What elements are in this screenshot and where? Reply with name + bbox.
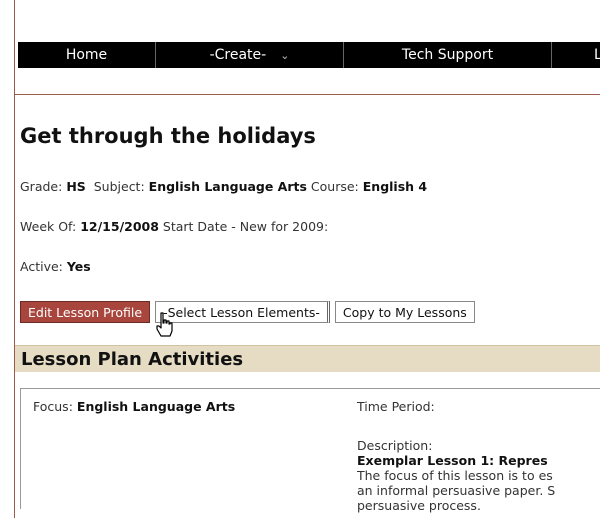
chevron-down-icon: ⌄: [280, 48, 290, 62]
tab-copy-to-my-lessons[interactable]: Copy to My Lessons: [334, 301, 475, 323]
lesson-tabs: Edit Lesson Profile -Select Lesson Eleme…: [20, 301, 480, 323]
lesson-meta-row-1: Grade: HS Subject: English Language Arts…: [20, 179, 427, 194]
tab-edit-lesson-profile[interactable]: Edit Lesson Profile: [20, 301, 151, 323]
focus-value: English Language Arts: [76, 399, 236, 414]
lesson-title: Get through the holidays: [20, 124, 316, 148]
tab-select-lesson-elements[interactable]: -Select Lesson Elements-: [155, 301, 330, 323]
course-label: Course:: [310, 179, 359, 194]
description-line-3: persuasive process.: [357, 498, 481, 513]
section-title: Lesson Plan Activities: [21, 348, 244, 370]
description-lead: Exemplar Lesson 1: Repres: [357, 453, 548, 468]
description-line-2: an informal persuasive paper. S: [357, 483, 556, 498]
nav-home[interactable]: Home: [18, 42, 156, 68]
nav-item-partial[interactable]: L: [552, 42, 600, 68]
focus-field: Focus: English Language Arts: [33, 399, 235, 414]
active-label: Active:: [20, 259, 63, 274]
focus-label: Focus:: [33, 399, 73, 414]
nav-tech-support[interactable]: Tech Support: [344, 42, 552, 68]
nav-tech-support-label: Tech Support: [401, 47, 494, 63]
start-date-label: Start Date - New for 2009:: [162, 219, 329, 234]
description-block: Description: Exemplar Lesson 1: Repres T…: [357, 438, 600, 513]
subject-label: Subject:: [93, 179, 145, 194]
week-value: 12/15/2008: [80, 219, 159, 234]
section-header: Lesson Plan Activities: [15, 345, 600, 372]
nav-home-label: Home: [65, 47, 108, 63]
tab-select-lesson-elements-label: -Select Lesson Elements-: [163, 304, 320, 320]
nav-create[interactable]: -Create- ⌄: [156, 42, 344, 68]
grade-label: Grade:: [20, 179, 63, 194]
description-line-1: The focus of this lesson is to es: [357, 468, 553, 483]
nav-item-partial-label: L: [594, 47, 600, 63]
subject-value: English Language Arts: [148, 179, 307, 194]
main-nav: Home -Create- ⌄ Tech Support L: [18, 42, 600, 68]
course-value: English 4: [362, 179, 428, 194]
header-divider: [14, 94, 600, 95]
nav-create-label: -Create-: [209, 47, 267, 63]
description-label: Description:: [357, 438, 433, 453]
lesson-meta-row-3: Active: Yes: [20, 259, 91, 274]
tab-copy-to-my-lessons-label: Copy to My Lessons: [342, 304, 467, 320]
time-period-label: Time Period:: [357, 399, 435, 414]
active-value: Yes: [66, 259, 91, 274]
hand-pointer-icon: [156, 312, 173, 337]
grade-value: HS: [66, 179, 86, 194]
tab-edit-lesson-profile-label: Edit Lesson Profile: [28, 304, 143, 320]
activity-panel: Focus: English Language Arts Time Period…: [20, 388, 600, 513]
lesson-meta-row-2: Week Of: 12/15/2008 Start Date - New for…: [20, 219, 328, 234]
week-label: Week Of:: [20, 219, 77, 234]
